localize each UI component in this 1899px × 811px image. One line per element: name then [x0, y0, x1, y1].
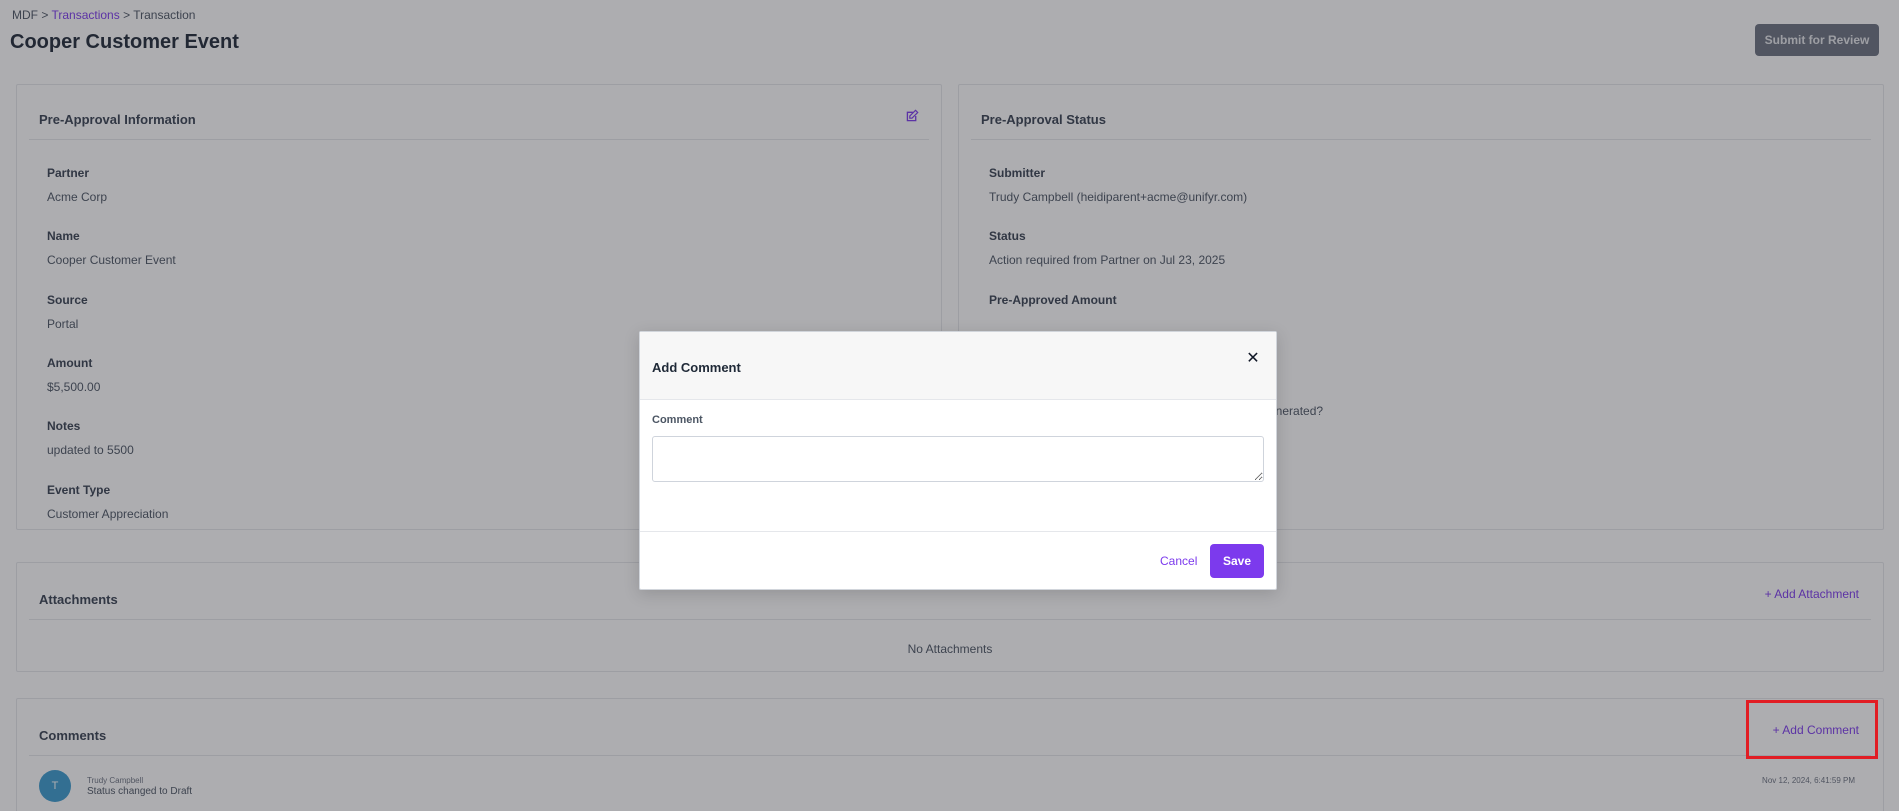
transaction-page: MDF > Transactions > Transaction Cooper …	[0, 0, 1899, 811]
comment-label: Comment	[652, 414, 703, 426]
cancel-button[interactable]: Cancel	[1160, 554, 1197, 568]
comment-textarea[interactable]	[652, 436, 1264, 482]
close-icon[interactable]: ✕	[1244, 350, 1262, 368]
modal-footer-divider	[640, 531, 1276, 532]
modal-header: Add Comment ✕	[640, 332, 1276, 400]
modal-title: Add Comment	[652, 360, 741, 375]
add-comment-modal: Add Comment ✕ Comment Cancel Save	[639, 331, 1277, 590]
save-button[interactable]: Save	[1210, 544, 1264, 578]
highlight-annotation	[1746, 700, 1878, 759]
